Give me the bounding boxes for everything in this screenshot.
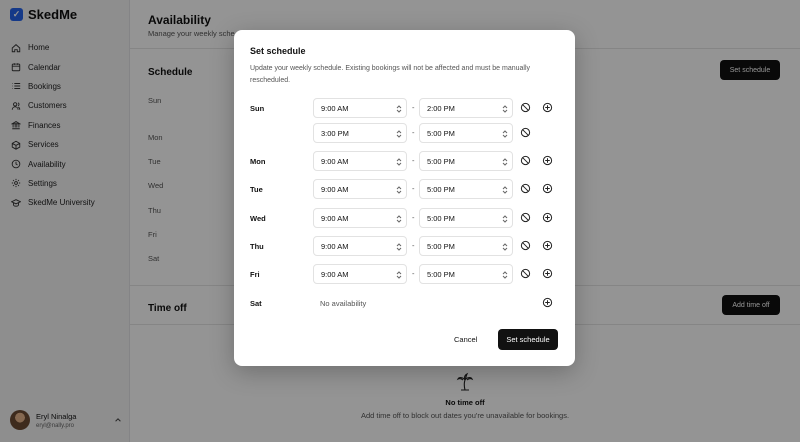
select-value: 9:00 AM (321, 184, 349, 194)
end-time-select[interactable]: 5:00 PM (419, 151, 513, 171)
chevron-updown-icon (502, 243, 508, 251)
schedule-row-sun: Sun 9:00 AM - 2:00 PM (234, 98, 575, 118)
chevron-updown-icon (502, 186, 508, 194)
chevron-updown-icon (502, 105, 508, 113)
chevron-updown-icon (396, 215, 402, 223)
set-schedule-dialog: Set schedule Update your weekly schedule… (234, 30, 575, 366)
select-value: 5:00 PM (427, 269, 455, 279)
chevron-updown-icon (396, 243, 402, 251)
add-slot-icon[interactable] (542, 297, 553, 308)
remove-slot-icon[interactable] (520, 127, 531, 138)
time-separator: - (412, 269, 415, 278)
remove-slot-icon[interactable] (520, 155, 531, 166)
select-value: 9:00 AM (321, 156, 349, 166)
select-value: 5:00 PM (427, 241, 455, 251)
dialog-description: Update your weekly schedule. Existing bo… (250, 65, 531, 84)
chevron-updown-icon (396, 130, 402, 138)
chevron-updown-icon (502, 215, 508, 223)
select-value: 5:00 PM (427, 213, 455, 223)
add-slot-icon[interactable] (542, 183, 553, 194)
start-time-select[interactable]: 9:00 AM (313, 264, 407, 284)
select-value: 9:00 AM (321, 241, 349, 251)
end-time-select[interactable]: 5:00 PM (419, 208, 513, 228)
remove-slot-icon[interactable] (520, 240, 531, 251)
start-time-select[interactable]: 9:00 AM (313, 179, 407, 199)
chevron-updown-icon (396, 271, 402, 279)
select-value: 5:00 PM (427, 156, 455, 166)
schedule-row-thu: Thu 9:00 AM - 5:00 PM (234, 236, 575, 256)
add-slot-icon[interactable] (542, 212, 553, 223)
add-slot-icon[interactable] (542, 155, 553, 166)
end-time-select[interactable]: 5:00 PM (419, 123, 513, 143)
start-time-select[interactable]: 9:00 AM (313, 98, 407, 118)
day-label: Sun (250, 104, 265, 113)
time-separator: - (412, 128, 415, 137)
chevron-updown-icon (396, 105, 402, 113)
end-time-select[interactable]: 2:00 PM (419, 98, 513, 118)
time-separator: - (412, 213, 415, 222)
add-slot-icon[interactable] (542, 240, 553, 251)
add-slot-icon[interactable] (542, 268, 553, 279)
remove-slot-icon[interactable] (520, 212, 531, 223)
time-separator: - (412, 241, 415, 250)
day-label: Tue (250, 185, 263, 194)
select-value: 9:00 AM (321, 269, 349, 279)
select-value: 9:00 AM (321, 103, 349, 113)
select-value: 5:00 PM (427, 184, 455, 194)
add-slot-icon[interactable] (542, 102, 553, 113)
day-label: Sat (250, 299, 262, 308)
day-label: Wed (250, 214, 266, 223)
start-time-select[interactable]: 3:00 PM (313, 123, 407, 143)
chevron-updown-icon (396, 158, 402, 166)
day-label: Mon (250, 157, 266, 166)
select-value: 9:00 AM (321, 213, 349, 223)
dialog-title: Set schedule (250, 46, 306, 56)
end-time-select[interactable]: 5:00 PM (419, 264, 513, 284)
remove-slot-icon[interactable] (520, 268, 531, 279)
time-separator: - (412, 156, 415, 165)
remove-slot-icon[interactable] (520, 102, 531, 113)
chevron-updown-icon (396, 186, 402, 194)
day-label: Thu (250, 242, 264, 251)
cancel-button[interactable]: Cancel (454, 335, 477, 344)
schedule-row-sat: Sat No availability (234, 293, 575, 313)
chevron-updown-icon (502, 130, 508, 138)
time-separator: - (412, 103, 415, 112)
chevron-updown-icon (502, 271, 508, 279)
schedule-row-fri: Fri 9:00 AM - 5:00 PM (234, 264, 575, 284)
start-time-select[interactable]: 9:00 AM (313, 208, 407, 228)
start-time-select[interactable]: 9:00 AM (313, 151, 407, 171)
schedule-row-mon: Mon 9:00 AM - 5:00 PM (234, 151, 575, 171)
schedule-row-wed: Wed 9:00 AM - 5:00 PM (234, 208, 575, 228)
time-separator: - (412, 184, 415, 193)
chevron-updown-icon (502, 158, 508, 166)
day-label: Fri (250, 270, 260, 279)
start-time-select[interactable]: 9:00 AM (313, 236, 407, 256)
select-value: 2:00 PM (427, 103, 455, 113)
schedule-row-tue: Tue 9:00 AM - 5:00 PM (234, 179, 575, 199)
set-schedule-submit-button[interactable]: Set schedule (498, 329, 558, 350)
end-time-select[interactable]: 5:00 PM (419, 236, 513, 256)
no-availability-text: No availability (320, 299, 367, 308)
select-value: 5:00 PM (427, 128, 455, 138)
remove-slot-icon[interactable] (520, 183, 531, 194)
select-value: 3:00 PM (321, 128, 349, 138)
schedule-row-sun-extra: 3:00 PM - 5:00 PM (234, 123, 575, 143)
end-time-select[interactable]: 5:00 PM (419, 179, 513, 199)
